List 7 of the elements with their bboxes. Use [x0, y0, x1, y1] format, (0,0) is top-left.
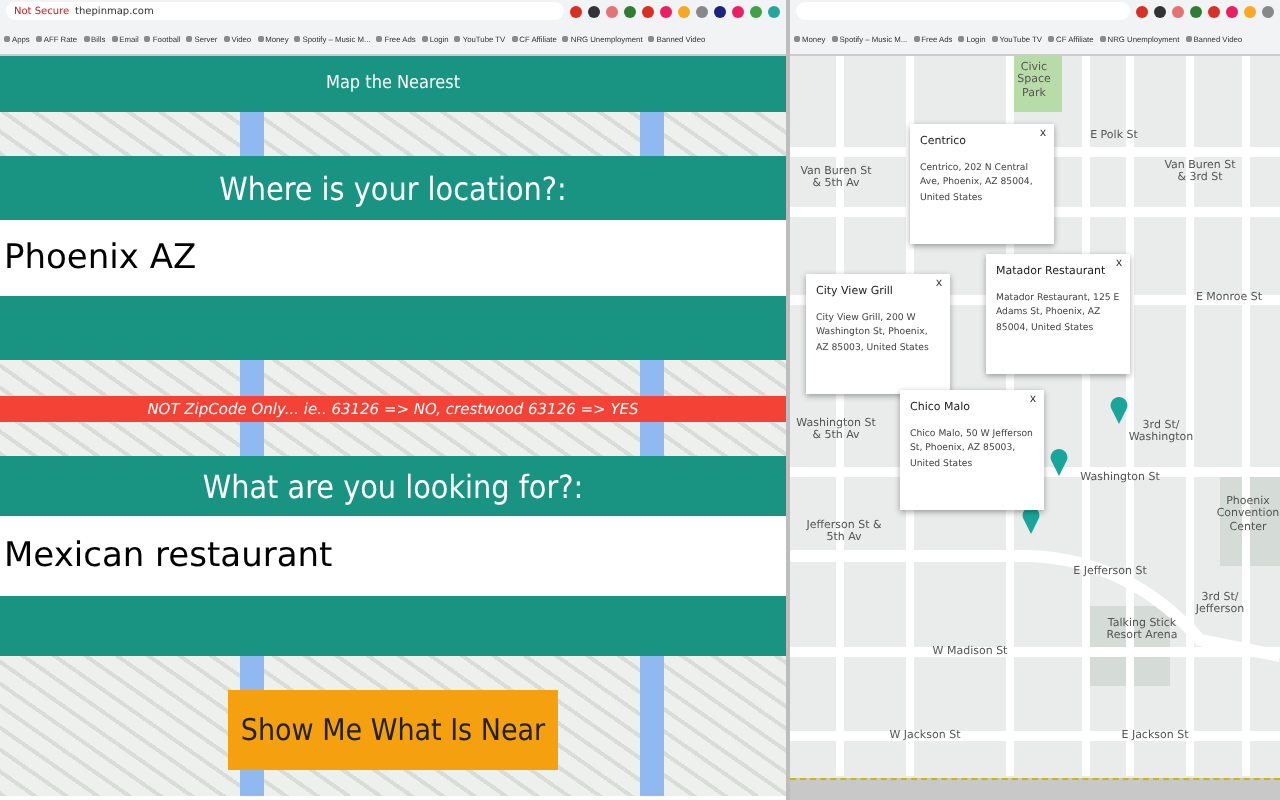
header-banner: Map the Nearest [0, 56, 786, 112]
search-label: What are you looking for?: [0, 456, 786, 516]
location-label: Where is your location?: [0, 156, 786, 220]
submit-button[interactable]: Show Me What Is Near [228, 690, 558, 770]
map-pin-icon[interactable] [1110, 396, 1128, 424]
map-pin-icon[interactable] [1050, 448, 1068, 476]
map-pin-icon[interactable] [1022, 506, 1040, 534]
